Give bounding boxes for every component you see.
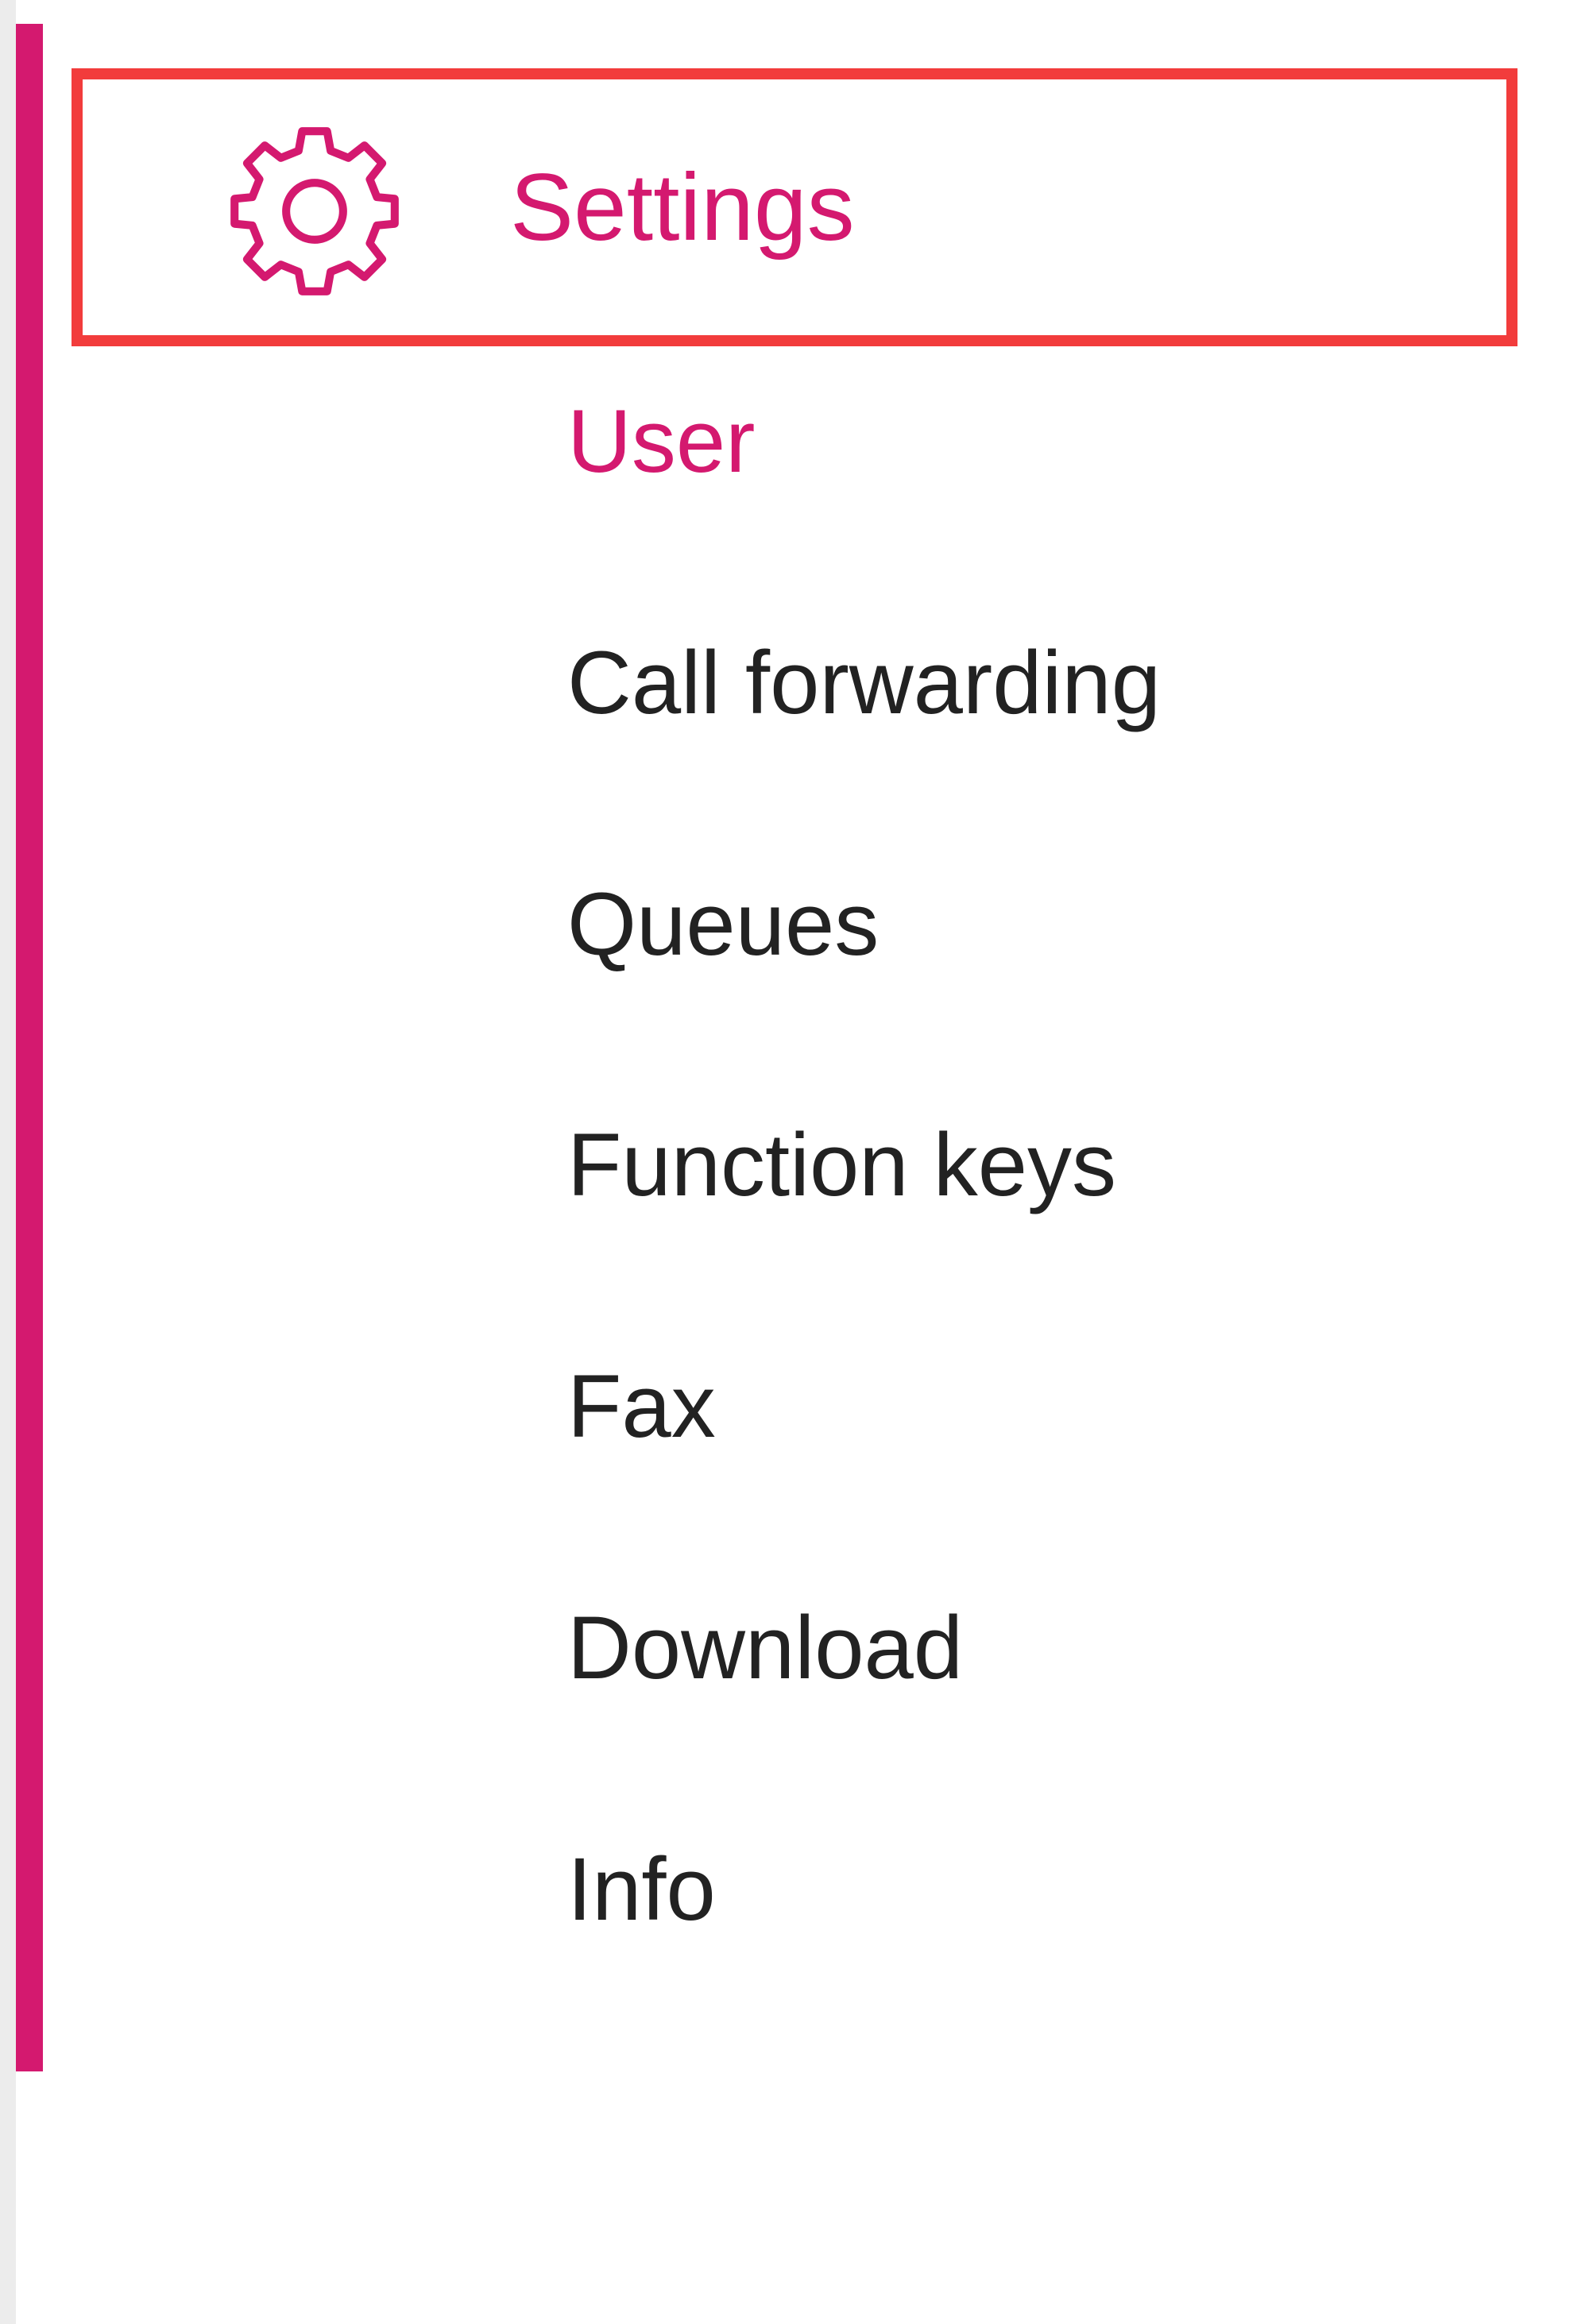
menu-item-download[interactable]: Download xyxy=(567,1569,963,1728)
menu-item-info[interactable]: Info xyxy=(567,1810,716,1969)
menu-item-function-keys[interactable]: Function keys xyxy=(567,1086,1116,1245)
menu-item-fax[interactable]: Fax xyxy=(567,1327,716,1486)
settings-menu-header[interactable]: Settings xyxy=(72,68,1517,346)
menu-item-queues[interactable]: Queues xyxy=(567,845,879,1004)
settings-label: Settings xyxy=(510,154,855,261)
window-edge xyxy=(0,0,16,2324)
menu-item-user[interactable]: User xyxy=(567,362,755,521)
settings-navigation: Settings User Call forwarding Queues Fun… xyxy=(43,0,1589,2324)
active-section-indicator xyxy=(16,24,43,2071)
gear-icon xyxy=(226,122,404,300)
menu-item-call-forwarding[interactable]: Call forwarding xyxy=(567,604,1161,762)
